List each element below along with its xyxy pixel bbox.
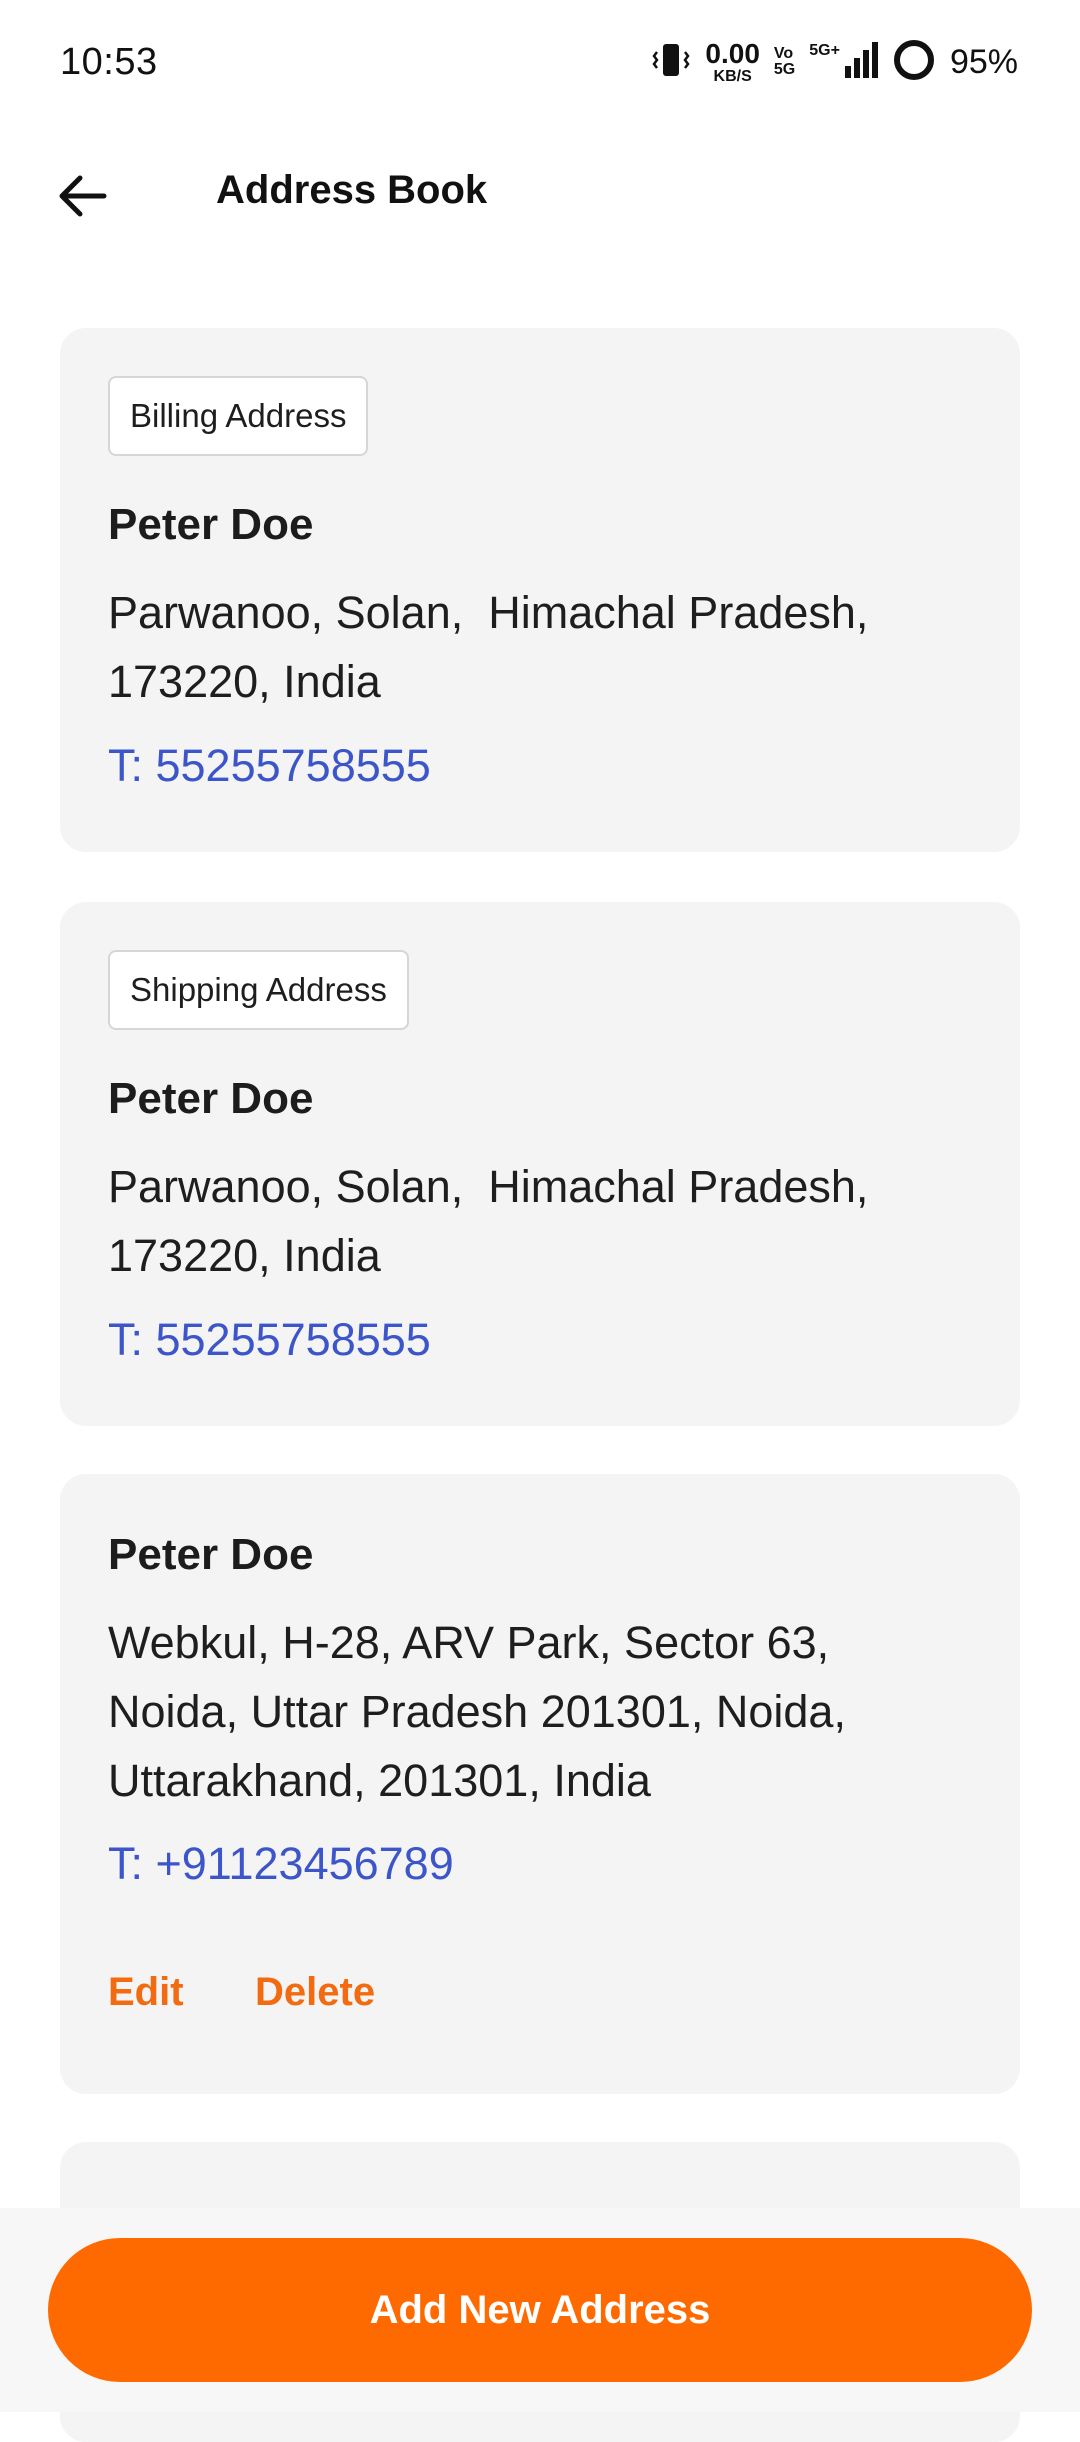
address-phone[interactable]: T: +91123456789 <box>108 1838 454 1890</box>
status-icons: 0.00 KB/S Vo 5G 5G+ 95% <box>651 38 1018 87</box>
status-bar: 10:53 0.00 KB/S Vo 5G 5G+ 95% <box>0 0 1080 124</box>
address-name: Peter Doe <box>108 1074 314 1123</box>
add-new-address-button[interactable]: Add New Address <box>48 2238 1032 2382</box>
net-speed: 0.00 KB/S <box>705 37 760 85</box>
volte-indicator: Vo 5G <box>773 45 796 78</box>
battery-icon <box>892 38 936 87</box>
address-card-billing: Billing Address Peter Doe Parwanoo, Sola… <box>60 328 1020 852</box>
back-button[interactable] <box>46 160 118 232</box>
status-time: 10:53 <box>60 40 158 83</box>
page-title: Address Book <box>216 168 488 212</box>
address-text: Parwanoo, Solan, Himachal Pradesh, 17322… <box>108 1161 869 1281</box>
signal-indicator: 5G+ <box>809 40 878 85</box>
address-text: Webkul, H-28, ARV Park, Sector 63, Noida… <box>108 1617 846 1806</box>
bottom-action-bar: Add New Address <box>0 2208 1080 2412</box>
address-name: Peter Doe <box>108 500 314 549</box>
signal-icon <box>844 40 878 85</box>
address-card-shipping: Shipping Address Peter Doe Parwanoo, Sol… <box>60 902 1020 1426</box>
arrow-left-icon <box>59 175 107 217</box>
battery-percent: 95% <box>949 42 1018 81</box>
address-text: Parwanoo, Solan, Himachal Pradesh, 17322… <box>108 587 869 707</box>
address-phone[interactable]: T: 55255758555 <box>108 740 431 792</box>
address-name: Peter Doe <box>108 1530 314 1579</box>
app-header: Address Book <box>0 124 1080 266</box>
shipping-address-tag: Shipping Address <box>108 950 409 1030</box>
edit-address-button[interactable]: Edit <box>108 1970 184 2015</box>
vibrate-icon <box>651 40 691 85</box>
billing-address-tag: Billing Address <box>108 376 369 456</box>
address-phone[interactable]: T: 55255758555 <box>108 1314 431 1366</box>
address-card-additional: Peter Doe Webkul, H-28, ARV Park, Sector… <box>60 1474 1020 2094</box>
delete-address-button[interactable]: Delete <box>255 1970 375 2015</box>
